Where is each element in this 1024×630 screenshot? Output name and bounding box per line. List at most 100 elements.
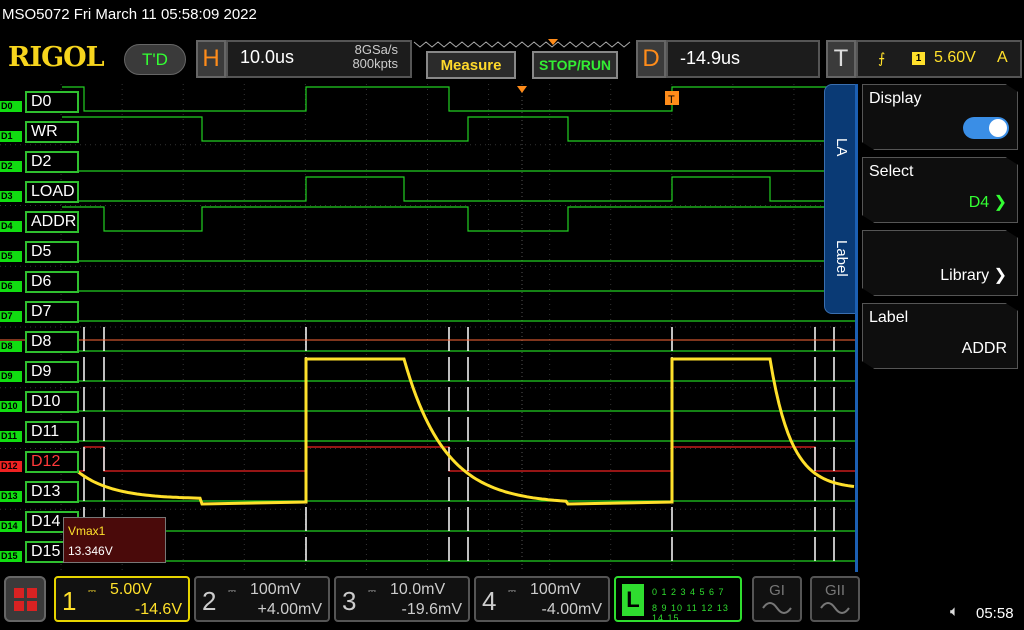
library-button[interactable]: Library ❯ xyxy=(862,230,1018,296)
channel-tag: D7 xyxy=(0,311,22,322)
channel-tag: D10 xyxy=(0,401,22,412)
generator-2-button[interactable]: GII xyxy=(810,576,860,622)
delay-menu-button[interactable]: D xyxy=(636,40,666,78)
sample-rate-value: 8GSa/s xyxy=(354,42,398,57)
tab-la[interactable]: LA xyxy=(833,138,850,156)
trigger-mode: A xyxy=(997,49,1008,66)
generator-1-button[interactable]: GI xyxy=(752,576,802,622)
channel-label[interactable]: D6 xyxy=(25,271,79,293)
channel-label[interactable]: WR xyxy=(25,121,79,143)
trigger-level: 5.60V xyxy=(934,49,976,66)
channel-label[interactable]: D5 xyxy=(25,241,79,263)
channel-offset: -19.6mV xyxy=(401,601,462,618)
chevron-right-icon: ❯ xyxy=(989,267,1007,284)
channel-tag: D8 xyxy=(0,341,22,352)
la-letter: L xyxy=(622,584,644,616)
channel-label[interactable]: D12 xyxy=(25,451,79,473)
select-button[interactable]: Select D4 ❯ xyxy=(862,157,1018,223)
digital-traces xyxy=(62,86,855,562)
channel-label[interactable]: LOAD xyxy=(25,181,79,203)
display-title: Display xyxy=(869,90,922,107)
channel-1-box[interactable]: 1 ⎓ 5.00V -14.6V xyxy=(54,576,190,622)
speaker-muted-icon[interactable]: 🔈︎ xyxy=(950,603,959,620)
channel-tag: D4 xyxy=(0,221,22,232)
trigger-menu-button[interactable]: T xyxy=(826,40,856,78)
sine-wave-icon xyxy=(762,602,792,614)
channel-label[interactable]: D8 xyxy=(25,331,79,353)
channel-tag: D9 xyxy=(0,371,22,382)
measurement-name: Vmax1 xyxy=(68,524,106,538)
select-title: Select xyxy=(869,163,914,180)
toggle-knob xyxy=(989,119,1007,137)
channel-label[interactable]: D7 xyxy=(25,301,79,323)
measurement-box[interactable]: Vmax1 13.346V xyxy=(63,517,166,563)
measure-button[interactable]: Measure xyxy=(426,51,516,79)
rising-edge-icon: ⨍ xyxy=(878,50,886,66)
dc-coupling-icon: ⎓ xyxy=(88,586,96,597)
channel-tag: D11 xyxy=(0,431,22,442)
channel-scale: 100mV xyxy=(250,581,301,598)
channel-number: 3 xyxy=(342,586,357,616)
channel-scale: 10.0mV xyxy=(390,581,446,598)
la-row-high: 8 9 10 11 12 13 14 15 xyxy=(652,603,729,623)
channel-2-box[interactable]: 2 ⎓ 100mV +4.00mV xyxy=(194,576,330,622)
channel-label[interactable]: D9 xyxy=(25,361,79,383)
channel-scale: 5.00V xyxy=(110,581,152,598)
channel-tag: D12 xyxy=(0,461,22,472)
la-channel-button[interactable]: L 0 1 2 3 4 5 6 7 8 9 10 11 12 13 14 15 xyxy=(614,576,742,623)
status-title: MSO5072 Fri March 11 05:58:09 2022 xyxy=(2,6,257,23)
channel-number: 1 xyxy=(62,586,77,616)
horizontal-menu-button[interactable]: H xyxy=(196,40,226,78)
display-toggle-button[interactable]: Display xyxy=(862,84,1018,150)
channel-tag: D13 xyxy=(0,491,22,502)
channel-4-box[interactable]: 4 ⎓ 100mV -4.00mV xyxy=(474,576,610,622)
channel-tag: D5 xyxy=(0,251,22,262)
memory-depth-value: 800kpts xyxy=(352,56,398,71)
channel-tag: D1 xyxy=(0,131,22,142)
dc-coupling-icon: ⎓ xyxy=(508,586,516,597)
channel-offset: -14.6V xyxy=(134,601,182,618)
home-menu-icon[interactable] xyxy=(4,576,46,622)
trigger-t-marker-icon: T xyxy=(665,91,679,106)
delay-value: -14.9us xyxy=(680,48,741,68)
label-value: ADDR xyxy=(961,340,1007,357)
chevron-right-icon: ❯ xyxy=(989,194,1007,211)
dc-coupling-icon: ⎓ xyxy=(228,586,236,597)
trigger-position-marker xyxy=(517,86,527,93)
channel-tag: D6 xyxy=(0,281,22,292)
la-row-low: 0 1 2 3 4 5 6 7 xyxy=(652,587,725,597)
channel-label[interactable]: D2 xyxy=(25,151,79,173)
channel-scale: 100mV xyxy=(530,581,581,598)
channel-number: 4 xyxy=(482,586,497,616)
generator-2-label: GII xyxy=(824,582,845,599)
channel-tag: D3 xyxy=(0,191,22,202)
channel-label[interactable]: D13 xyxy=(25,481,79,503)
library-label: Library ❯ xyxy=(940,267,1007,284)
svg-text:T: T xyxy=(668,94,675,106)
channel-label[interactable]: D11 xyxy=(25,421,79,443)
channel-3-box[interactable]: 3 ⎓ 10.0mV -19.6mV xyxy=(334,576,470,622)
label-button[interactable]: Label ADDR xyxy=(862,303,1018,369)
channel-offset: +4.00mV xyxy=(257,601,322,618)
clock: 05:58 xyxy=(976,605,1014,622)
side-tab-strip xyxy=(824,84,856,314)
display-toggle[interactable] xyxy=(963,117,1009,139)
select-value: D4 ❯ xyxy=(968,194,1007,211)
channel-tag: D15 xyxy=(0,551,22,562)
channel-label[interactable]: ADDR xyxy=(25,211,79,233)
rigol-logo: RIGOL xyxy=(8,42,105,73)
grid-lines xyxy=(0,84,855,570)
channel-label[interactable]: D0 xyxy=(25,91,79,113)
td-button[interactable]: T'D xyxy=(124,44,186,75)
timebase-value: 10.0us xyxy=(240,47,295,67)
channel-offset: -4.00mV xyxy=(541,601,602,618)
stop-run-button[interactable]: STOP/RUN xyxy=(532,51,618,79)
sample-rate: 8GSa/s 800kpts xyxy=(320,43,398,71)
label-title: Label xyxy=(869,309,909,326)
measurement-value: 13.346V xyxy=(68,544,113,558)
waveform-display[interactable]: T xyxy=(0,84,855,570)
dc-coupling-icon: ⎓ xyxy=(368,586,376,597)
channel-label[interactable]: D10 xyxy=(25,391,79,413)
memory-overview-icon xyxy=(413,39,631,48)
tab-label[interactable]: Label xyxy=(833,240,850,277)
